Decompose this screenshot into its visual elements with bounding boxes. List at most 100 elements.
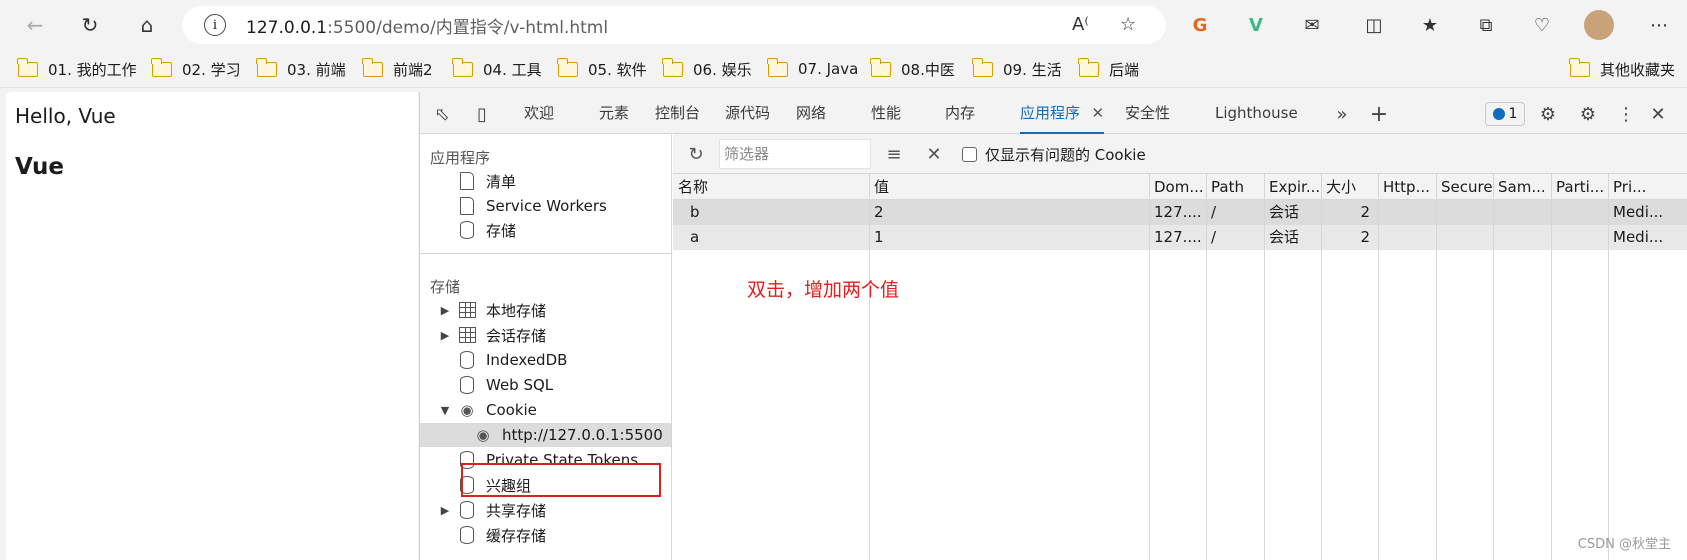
favorite-star-icon[interactable]: ☆ — [1120, 14, 1136, 35]
tab-console[interactable]: 控制台 — [655, 92, 700, 134]
sidebar-item-label: 缓存存储 — [486, 526, 547, 545]
add-tab-icon[interactable]: + — [1368, 102, 1390, 127]
sidebar-item-manifest[interactable]: 清单 — [420, 169, 671, 193]
browser-essentials-icon[interactable]: ♡ — [1527, 10, 1557, 40]
more-menu-icon[interactable]: ⋯ — [1644, 10, 1674, 40]
bookmark-folder[interactable]: 06. 娱乐 — [662, 57, 752, 81]
favorites-icon[interactable]: ★ — [1415, 10, 1445, 40]
tab-network[interactable]: 网络 — [796, 92, 826, 134]
cell-path[interactable]: / — [1206, 225, 1264, 250]
cell-expires[interactable]: 会话 — [1264, 200, 1321, 225]
bookmark-folder[interactable]: 05. 软件 — [557, 57, 647, 81]
cell-domain[interactable]: 127.... — [1149, 200, 1206, 225]
sidebar-item-web-sql[interactable]: Web SQL — [420, 373, 671, 397]
filter-input[interactable]: 筛选器 — [719, 139, 871, 169]
sidebar-item-label: Web SQL — [486, 376, 554, 394]
sidebar-item-cache-storage[interactable]: 缓存存储 — [420, 523, 671, 547]
other-bookmarks-folder[interactable]: 其他收藏夹 — [1569, 57, 1675, 81]
collections-icon[interactable]: ⧉ — [1471, 10, 1501, 40]
sidebar-item-cookie-origin[interactable]: ◉ http://127.0.0.1:5500 — [420, 423, 671, 447]
clear-filtered-icon[interactable]: ≡ — [883, 143, 905, 165]
tab-sources[interactable]: 源代码 — [725, 92, 770, 134]
delete-all-icon[interactable]: ✕ — [923, 143, 945, 165]
close-devtools-icon[interactable]: ✕ — [1647, 103, 1669, 125]
extensions-icon[interactable]: ✉ — [1297, 10, 1327, 40]
tab-welcome[interactable]: 欢迎 — [524, 92, 554, 134]
translate-extension-icon[interactable]: G — [1185, 10, 1215, 40]
column-header-priority[interactable]: Pri... — [1608, 174, 1687, 200]
expand-arrow-icon[interactable]: ▶ — [438, 504, 452, 517]
cell-name[interactable]: b — [685, 200, 869, 225]
bookmark-folder[interactable]: 04. 工具 — [452, 57, 542, 81]
address-bar[interactable]: i 127.0.0.1:5500/demo/内置指令/v-html.html A… — [182, 6, 1166, 44]
cell-value[interactable]: 2 — [869, 200, 1149, 225]
sidebar-item-storage[interactable]: 存储 — [420, 218, 671, 242]
bookmark-folder[interactable]: 01. 我的工作 — [17, 57, 137, 81]
profile-avatar[interactable] — [1584, 10, 1614, 40]
bookmark-folder[interactable]: 08.中医 — [870, 57, 955, 81]
settings-gear-icon[interactable]: ⚙ — [1577, 103, 1599, 125]
column-header-domain[interactable]: Dom... — [1149, 174, 1206, 200]
column-header-name[interactable]: 名称 — [673, 174, 869, 200]
sidebar-item-service-workers[interactable]: Service Workers — [420, 194, 671, 218]
table-row[interactable]: b 2 127.... / 会话 2 Medi... — [673, 200, 1687, 225]
vue-devtools-icon[interactable]: V — [1241, 10, 1271, 40]
tab-elements[interactable]: 元素 — [599, 92, 629, 134]
bookmark-folder[interactable]: 前端2 — [362, 57, 433, 81]
refresh-icon[interactable]: ↻ — [685, 143, 707, 165]
column-header-secure[interactable]: Secure — [1436, 174, 1493, 200]
only-issues-checkbox[interactable] — [962, 147, 977, 162]
cell-size[interactable]: 2 — [1321, 225, 1378, 250]
column-header-size[interactable]: 大小 — [1321, 174, 1378, 200]
devtools-menu-icon[interactable]: ⋮ — [1615, 103, 1637, 125]
device-emulation-icon[interactable]: ▯ — [471, 103, 493, 125]
issues-badge[interactable]: 1 — [1485, 102, 1525, 126]
sidebar-item-shared-storage[interactable]: ▶ 共享存储 — [420, 498, 671, 522]
column-header-httponly[interactable]: Http... — [1378, 174, 1436, 200]
home-icon[interactable]: ⌂ — [130, 8, 164, 42]
sidebar-item-local-storage[interactable]: ▶ 本地存储 — [420, 298, 671, 322]
section-title-application: 应用程序 — [430, 149, 491, 167]
inspect-element-icon[interactable]: ⬁ — [431, 103, 453, 125]
gear-document-icon — [458, 197, 476, 215]
sidebar-item-session-storage[interactable]: ▶ 会话存储 — [420, 323, 671, 347]
cell-domain[interactable]: 127.... — [1149, 225, 1206, 250]
cell-path[interactable]: / — [1206, 200, 1264, 225]
column-header-partition[interactable]: Parti... — [1551, 174, 1608, 200]
bookmark-folder[interactable]: 02. 学习 — [151, 57, 241, 81]
customize-icon[interactable]: ⚙ — [1537, 103, 1559, 125]
column-header-path[interactable]: Path — [1206, 174, 1264, 200]
tab-memory[interactable]: 内存 — [945, 92, 975, 134]
bookmark-folder[interactable]: 03. 前端 — [256, 57, 346, 81]
column-header-samesite[interactable]: Sam... — [1493, 174, 1551, 200]
tab-lighthouse[interactable]: Lighthouse — [1215, 92, 1298, 134]
split-screen-icon[interactable]: ◫ — [1359, 10, 1389, 40]
bookmark-folder[interactable]: 09. 生活 — [972, 57, 1062, 81]
cell-size[interactable]: 2 — [1321, 200, 1378, 225]
column-header-value[interactable]: 值 — [869, 174, 1149, 200]
collapse-arrow-icon[interactable]: ▼ — [438, 404, 452, 417]
bookmark-folder[interactable]: 07. Java — [767, 57, 858, 81]
site-info-icon[interactable]: i — [204, 14, 226, 36]
tab-security[interactable]: 安全性 — [1125, 92, 1170, 134]
expand-arrow-icon[interactable]: ▶ — [438, 329, 452, 342]
url-text[interactable]: 127.0.0.1:5500/demo/内置指令/v-html.html — [246, 13, 608, 38]
expand-arrow-icon[interactable]: ▶ — [438, 304, 452, 317]
read-aloud-icon[interactable]: A⁽ — [1072, 14, 1089, 35]
tab-application[interactable]: 应用程序 ✕ — [1020, 92, 1105, 134]
cell-value[interactable]: 1 — [869, 225, 1149, 250]
tab-performance[interactable]: 性能 — [871, 92, 901, 134]
close-tab-icon[interactable]: ✕ — [1091, 92, 1104, 134]
column-header-expires[interactable]: Expir... — [1264, 174, 1321, 200]
cell-name[interactable]: a — [685, 225, 869, 250]
cell-priority[interactable]: Medi... — [1608, 200, 1687, 225]
sidebar-item-indexeddb[interactable]: IndexedDB — [420, 348, 671, 372]
cell-expires[interactable]: 会话 — [1264, 225, 1321, 250]
table-row[interactable]: a 1 127.... / 会话 2 Medi... — [673, 225, 1687, 250]
more-tabs-icon[interactable]: » — [1331, 103, 1353, 125]
sidebar-item-cookie[interactable]: ▼ ◉ Cookie — [420, 398, 671, 422]
bookmark-folder[interactable]: 后端 — [1078, 57, 1139, 81]
back-arrow-icon[interactable]: ← — [18, 8, 52, 42]
cell-priority[interactable]: Medi... — [1608, 225, 1687, 250]
refresh-icon[interactable]: ↻ — [73, 8, 107, 42]
